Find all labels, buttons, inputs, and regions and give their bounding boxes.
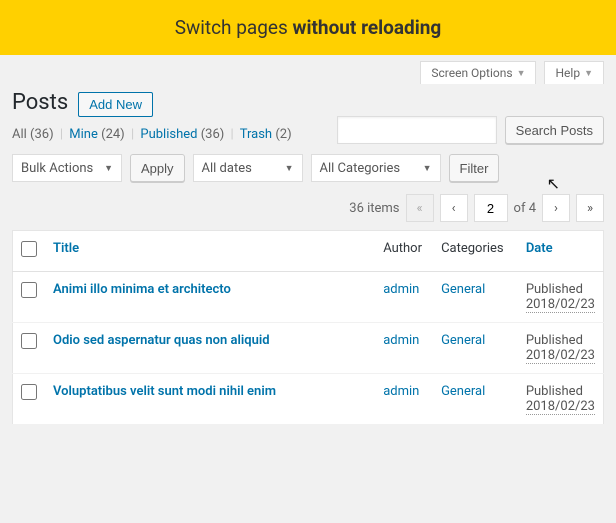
post-status: Published: [526, 333, 583, 348]
banner-prefix: Switch pages: [175, 16, 293, 39]
table-row: Animi illo minima et architecto admin Gene…: [13, 272, 604, 323]
screen-options-tab[interactable]: Screen Options▼: [420, 61, 536, 84]
post-date: 2018/02/23: [526, 399, 595, 415]
help-tab[interactable]: Help▼: [544, 61, 604, 84]
row-checkbox[interactable]: [21, 282, 37, 298]
post-title-link[interactable]: Voluptatibus velit sunt modi nihil enim: [53, 384, 276, 399]
view-mine[interactable]: Mine: [69, 127, 98, 142]
author-link[interactable]: admin: [383, 282, 419, 297]
banner-bold: without reloading: [293, 16, 442, 39]
view-trash[interactable]: Trash: [240, 127, 272, 142]
next-page-button[interactable]: ›: [542, 194, 570, 222]
posts-table: Title Author Categories Date Animi illo …: [12, 230, 604, 425]
post-title-link[interactable]: Animi illo minima et architecto: [53, 282, 231, 297]
search-posts-button[interactable]: Search Posts: [505, 116, 604, 144]
row-checkbox[interactable]: [21, 384, 37, 400]
cursor-icon: ↖: [547, 174, 560, 193]
chevron-down-icon: ▼: [517, 68, 526, 79]
promo-banner: Switch pages without reloading: [0, 0, 616, 55]
col-title[interactable]: Title: [53, 241, 79, 256]
first-page-button[interactable]: «: [406, 194, 434, 222]
filter-button[interactable]: Filter: [449, 154, 500, 182]
add-new-button[interactable]: Add New: [78, 92, 153, 117]
total-pages: of 4: [514, 201, 536, 216]
category-link[interactable]: General: [441, 384, 485, 399]
categories-select[interactable]: All Categories: [311, 154, 441, 182]
author-link[interactable]: admin: [383, 333, 419, 348]
col-date[interactable]: Date: [526, 241, 553, 256]
apply-button[interactable]: Apply: [130, 154, 185, 182]
prev-page-button[interactable]: ‹: [440, 194, 468, 222]
post-status: Published: [526, 282, 583, 297]
dates-select[interactable]: All dates: [193, 154, 303, 182]
post-date: 2018/02/23: [526, 348, 595, 364]
table-row: Odio sed aspernatur quas non aliquid admi…: [13, 323, 604, 374]
post-status: Published: [526, 384, 583, 399]
row-checkbox[interactable]: [21, 333, 37, 349]
bulk-actions-select[interactable]: Bulk Actions: [12, 154, 122, 182]
author-link[interactable]: admin: [383, 384, 419, 399]
post-date: 2018/02/23: [526, 297, 595, 313]
category-link[interactable]: General: [441, 282, 485, 297]
last-page-button[interactable]: »: [576, 194, 604, 222]
category-link[interactable]: General: [441, 333, 485, 348]
view-all[interactable]: All: [12, 127, 27, 142]
chevron-down-icon: ▼: [584, 68, 593, 79]
current-page-input[interactable]: [474, 194, 508, 222]
search-input[interactable]: [337, 116, 497, 144]
table-row: Voluptatibus velit sunt modi nihil enim a…: [13, 374, 604, 425]
col-categories: Categories: [433, 231, 518, 272]
items-count: 36 items: [349, 201, 399, 216]
page-title: Posts: [12, 90, 68, 115]
post-title-link[interactable]: Odio sed aspernatur quas non aliquid: [53, 333, 270, 348]
col-author: Author: [375, 231, 433, 272]
select-all-checkbox[interactable]: [21, 241, 37, 257]
view-published[interactable]: Published: [140, 127, 197, 142]
